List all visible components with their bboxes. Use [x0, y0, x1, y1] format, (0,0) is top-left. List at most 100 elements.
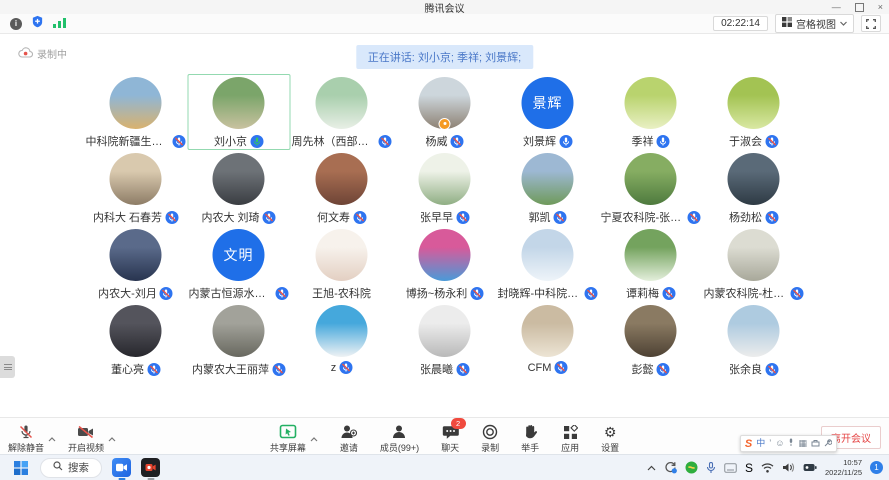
tray-sogou-icon[interactable]: S — [745, 461, 753, 475]
invite-button[interactable]: 邀请 — [340, 423, 358, 454]
members-button[interactable]: 成员(99+) — [380, 423, 419, 454]
minimize-icon[interactable]: — — [832, 3, 841, 12]
active-speaker-banner: 正在讲话: 刘小京; 季祥; 刘景辉; — [356, 45, 533, 69]
participant-name: 内科大 石春芳 — [93, 209, 162, 225]
participant-tile[interactable]: 张晨曦 — [393, 302, 496, 378]
participant-name: 封晓辉-中科院农... — [498, 285, 582, 301]
participant-tile[interactable]: 博扬~杨永利 — [393, 226, 496, 302]
avatar — [728, 305, 780, 357]
window-title: 腾讯会议 — [425, 0, 465, 15]
ime-wrench-icon[interactable] — [824, 439, 832, 449]
participant-name: z — [331, 362, 337, 374]
taskbar-clock[interactable]: 10:57 2022/11/25 — [825, 458, 862, 477]
search-input[interactable]: 搜索 — [40, 458, 102, 478]
sidebar-handle[interactable] — [0, 356, 15, 378]
participant-tile[interactable]: 彭懿 — [599, 302, 702, 378]
ime-keyboard-icon[interactable]: ▦ — [798, 439, 807, 448]
participant-grid: 中科院新疆生态...刘小京周先林（西部中... 杨威 景辉刘景辉季祥于淑会内科大 石… — [84, 74, 805, 378]
participant-tile[interactable]: 杨劲松 — [702, 150, 805, 226]
participant-tile[interactable]: 谭莉梅 — [599, 226, 702, 302]
ime-emoji-icon[interactable]: ☺ — [775, 439, 784, 448]
meeting-timer: 02:22:14 — [713, 16, 768, 31]
meeting-info-icon[interactable]: i — [10, 18, 22, 30]
participant-tile[interactable]: 内农大-刘月 — [84, 226, 187, 302]
raise-hand-icon — [523, 423, 537, 440]
participant-tile[interactable]: 季祥 — [599, 74, 702, 150]
participant-tile[interactable]: 郭凯 — [496, 150, 599, 226]
participant-tile[interactable]: 封晓辉-中科院农... — [496, 226, 599, 302]
ime-mic-icon[interactable] — [788, 438, 794, 449]
participant-tile[interactable]: CFM — [496, 302, 599, 378]
participant-tile[interactable]: 内科大 石春芳 — [84, 150, 187, 226]
participant-tile[interactable]: 宁夏农科院-张永... — [599, 150, 702, 226]
layout-view-button[interactable]: 宫格视图 — [775, 14, 854, 33]
avatar — [316, 77, 368, 129]
tray-wifi-icon[interactable] — [761, 463, 774, 473]
ime-toolbar[interactable]: S 中 ’ ☺ ▦ — [740, 435, 837, 452]
member-badge-icon — [439, 118, 451, 130]
notification-badge[interactable]: 1 — [870, 461, 883, 474]
participant-tile[interactable]: 董心亮 — [84, 302, 187, 378]
close-icon[interactable]: × — [878, 3, 883, 12]
avatar — [625, 77, 677, 129]
chat-button[interactable]: 2 聊天 — [441, 423, 459, 454]
participant-tile[interactable]: 何文寿 — [290, 150, 393, 226]
tray-sync-icon[interactable] — [664, 461, 677, 474]
avatar: 景辉 — [522, 77, 574, 129]
participant-tile[interactable]: 杨威 — [393, 74, 496, 150]
participant-tile[interactable]: z — [290, 302, 393, 378]
mic-muted-icon — [657, 363, 670, 376]
participant-tile[interactable]: 景辉刘景辉 — [496, 74, 599, 150]
tray-chevron-up-icon[interactable] — [647, 465, 656, 471]
chat-unread-badge: 2 — [451, 418, 466, 429]
mic-muted-icon — [688, 211, 701, 224]
participant-tile[interactable]: 中科院新疆生态... — [84, 74, 187, 150]
participant-tile[interactable]: 张余良 — [702, 302, 805, 378]
raise-hand-button[interactable]: 举手 — [521, 423, 539, 454]
tray-volume-icon[interactable] — [782, 462, 795, 473]
avatar — [728, 153, 780, 205]
tray-mic-icon[interactable] — [706, 462, 716, 474]
participant-name: 周先林（西部中... — [292, 133, 376, 149]
participant-tile[interactable]: 周先林（西部中... — [290, 74, 393, 150]
apps-button[interactable]: 应用 — [561, 423, 579, 454]
fullscreen-icon[interactable] — [861, 15, 881, 32]
participant-name: 杨威 — [426, 133, 448, 149]
participant-tile[interactable]: 于淑会 — [702, 74, 805, 150]
participant-name: 张余良 — [729, 361, 762, 377]
mic-muted-icon — [470, 287, 483, 300]
maximize-icon[interactable] — [855, 3, 864, 12]
participant-tile[interactable]: 刘小京 — [187, 74, 290, 150]
share-screen-button[interactable]: 共享屏幕 — [270, 423, 306, 454]
settings-gear-icon: ⚙ — [604, 423, 617, 440]
participant-name: 谭莉梅 — [626, 285, 659, 301]
ime-lang-icon[interactable]: 中 — [756, 439, 765, 448]
mic-muted-icon — [272, 363, 285, 376]
avatar — [522, 153, 574, 205]
tray-device-icon[interactable] — [724, 463, 737, 473]
windows-start-button[interactable] — [14, 461, 28, 475]
share-screen-icon — [279, 423, 297, 440]
taskbar-app-meeting[interactable] — [112, 458, 131, 477]
security-shield-icon[interactable] — [31, 15, 44, 33]
recording-label: 录制中 — [37, 46, 67, 61]
tray-battery-icon[interactable] — [803, 463, 817, 472]
participant-tile[interactable]: 内农大 刘琦 — [187, 150, 290, 226]
avatar — [419, 305, 471, 357]
tray-antivirus-icon[interactable] — [685, 461, 698, 474]
mic-muted-icon — [379, 135, 392, 148]
record-button[interactable]: 录制 — [481, 423, 499, 454]
ime-toolbox-icon[interactable] — [811, 439, 820, 449]
participant-tile[interactable]: 内蒙农科院-杜慧... — [702, 226, 805, 302]
taskbar-app-recorder[interactable] — [141, 458, 160, 477]
participant-tile[interactable]: 王旭-农科院 — [290, 226, 393, 302]
participant-tile[interactable]: 张早早 — [393, 150, 496, 226]
participant-tile[interactable]: 内蒙农大王丽萍 — [187, 302, 290, 378]
participant-tile[interactable]: 文明内蒙古恒源水利... — [187, 226, 290, 302]
settings-button[interactable]: ⚙ 设置 — [601, 423, 619, 454]
participant-name: 博扬~杨永利 — [406, 285, 467, 301]
share-options-chevron-icon[interactable] — [310, 429, 318, 447]
network-signal-icon[interactable] — [53, 15, 66, 33]
sogou-logo-icon[interactable]: S — [745, 438, 752, 450]
ime-punct-icon[interactable]: ’ — [769, 439, 771, 448]
